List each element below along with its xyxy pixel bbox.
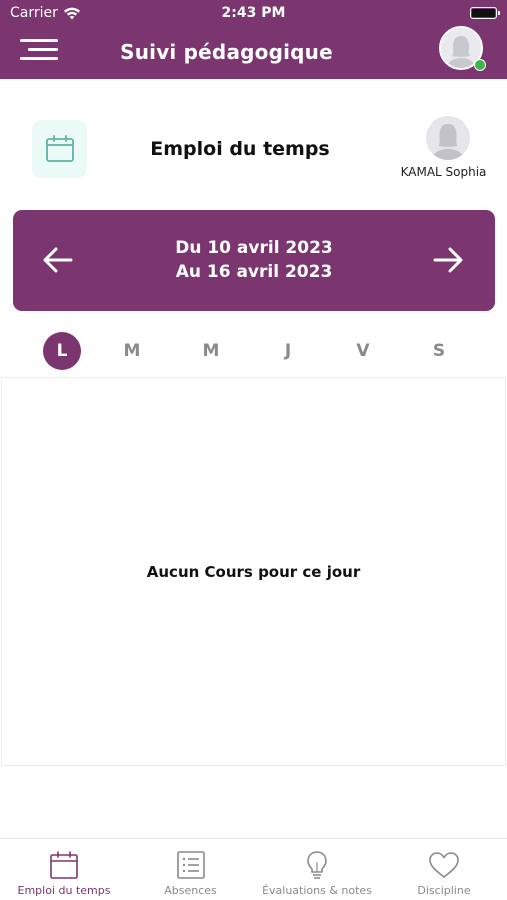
- student-name: KAMAL Sophia: [400, 165, 487, 179]
- tab-label: Emploi du temps: [17, 884, 111, 897]
- day-tab-samedi[interactable]: S: [420, 332, 458, 370]
- calendar-tile: [32, 120, 87, 178]
- clock: 2:43 PM: [221, 5, 286, 21]
- list-icon: [176, 851, 205, 879]
- header-title: Suivi pédagogique: [120, 40, 333, 64]
- day-tab-lundi[interactable]: L: [43, 332, 81, 370]
- battery-icon: [470, 7, 500, 19]
- tab-discipline[interactable]: Discipline: [381, 839, 507, 900]
- online-status-dot: [474, 59, 486, 71]
- user-silhouette-icon: [426, 116, 470, 160]
- arrow-right-icon: [433, 247, 463, 273]
- arrow-left-icon: [43, 247, 73, 273]
- lightbulb-icon: [307, 851, 327, 879]
- day-tabs: L M M J V S: [0, 330, 507, 370]
- tab-absences[interactable]: Absences: [128, 839, 253, 900]
- day-tab-jeudi[interactable]: J: [269, 332, 307, 370]
- schedule-content: Aucun Cours pour ce jour: [1, 377, 506, 766]
- day-tab-vendredi[interactable]: V: [344, 332, 382, 370]
- tab-label: Absences: [164, 884, 217, 897]
- empty-state-message: Aucun Cours pour ce jour: [146, 563, 361, 581]
- bottom-tab-bar: Emploi du temps Absences Évaluations & n…: [0, 838, 507, 900]
- calendar-icon: [50, 851, 78, 879]
- tab-label: Discipline: [417, 884, 471, 897]
- week-range: Du 10 avril 2023 Au 16 avril 2023: [73, 236, 435, 284]
- tab-evaluations-notes[interactable]: Évaluations & notes: [253, 839, 381, 900]
- week-start-date: Du 10 avril 2023: [175, 238, 333, 258]
- status-bar: Carrier 2:43 PM: [0, 0, 507, 26]
- tab-emploi-du-temps[interactable]: Emploi du temps: [0, 839, 128, 900]
- day-tab-mercredi[interactable]: M: [192, 332, 230, 370]
- next-week-button[interactable]: [431, 243, 465, 277]
- week-navigator: Du 10 avril 2023 Au 16 avril 2023: [13, 210, 495, 311]
- heart-icon: [429, 852, 459, 878]
- page-title: Emploi du temps: [150, 138, 330, 160]
- calendar-icon: [45, 135, 74, 162]
- student-avatar[interactable]: [426, 116, 470, 160]
- week-end-date: Au 16 avril 2023: [175, 262, 333, 282]
- previous-week-button[interactable]: [41, 243, 75, 277]
- app-header: Suivi pédagogique: [0, 26, 507, 79]
- tab-label: Évaluations & notes: [262, 884, 372, 897]
- day-tab-mardi[interactable]: M: [113, 332, 151, 370]
